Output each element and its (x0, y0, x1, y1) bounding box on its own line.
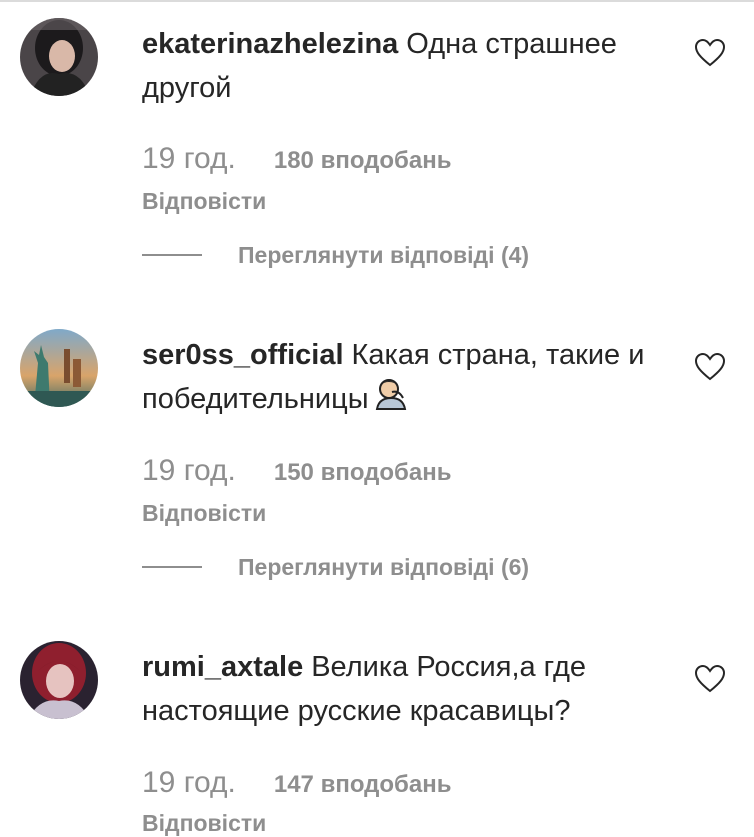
avatar[interactable] (20, 18, 98, 96)
avatar-photo-red-hair (20, 641, 98, 719)
comment-username[interactable]: ekaterinazhelezina (142, 28, 398, 60)
avatar-photo-dark-hair (20, 18, 98, 96)
view-replies-button[interactable]: Переглянути відповіді (6) (142, 552, 529, 582)
reply-button[interactable]: Відповісти (142, 188, 266, 215)
view-replies-label: Переглянути відповіді (4) (238, 241, 530, 268)
avatar[interactable] (20, 329, 98, 407)
view-replies-label: Переглянути відповіді (6) (238, 553, 530, 580)
comment-username[interactable]: ser0ss_official (142, 339, 344, 371)
heart-outline-icon[interactable] (694, 664, 726, 694)
comment-username[interactable]: rumi_axtale (142, 651, 303, 683)
comment-likes[interactable]: 147 вподобань (274, 771, 452, 799)
avatar-photo-statue-of-liberty (20, 329, 98, 407)
avatar[interactable] (20, 641, 98, 719)
comment-likes[interactable]: 150 вподобань (274, 459, 452, 487)
view-replies-button[interactable]: Переглянути відповіді (4) (142, 240, 529, 270)
reply-button[interactable]: Відповісти (142, 810, 266, 837)
comment-time: 19 год. (142, 454, 236, 487)
comment-likes[interactable]: 180 вподобань (274, 147, 452, 175)
heart-outline-icon[interactable] (694, 352, 726, 382)
top-divider (0, 0, 754, 2)
replies-dash (142, 566, 202, 568)
replies-dash (142, 254, 202, 256)
comment-time: 19 год. (142, 766, 236, 799)
heart-outline-icon[interactable] (694, 38, 726, 68)
reply-button[interactable]: Відповісти (142, 500, 266, 527)
facepalm-emoji (373, 378, 409, 423)
comment-time: 19 год. (142, 142, 236, 175)
